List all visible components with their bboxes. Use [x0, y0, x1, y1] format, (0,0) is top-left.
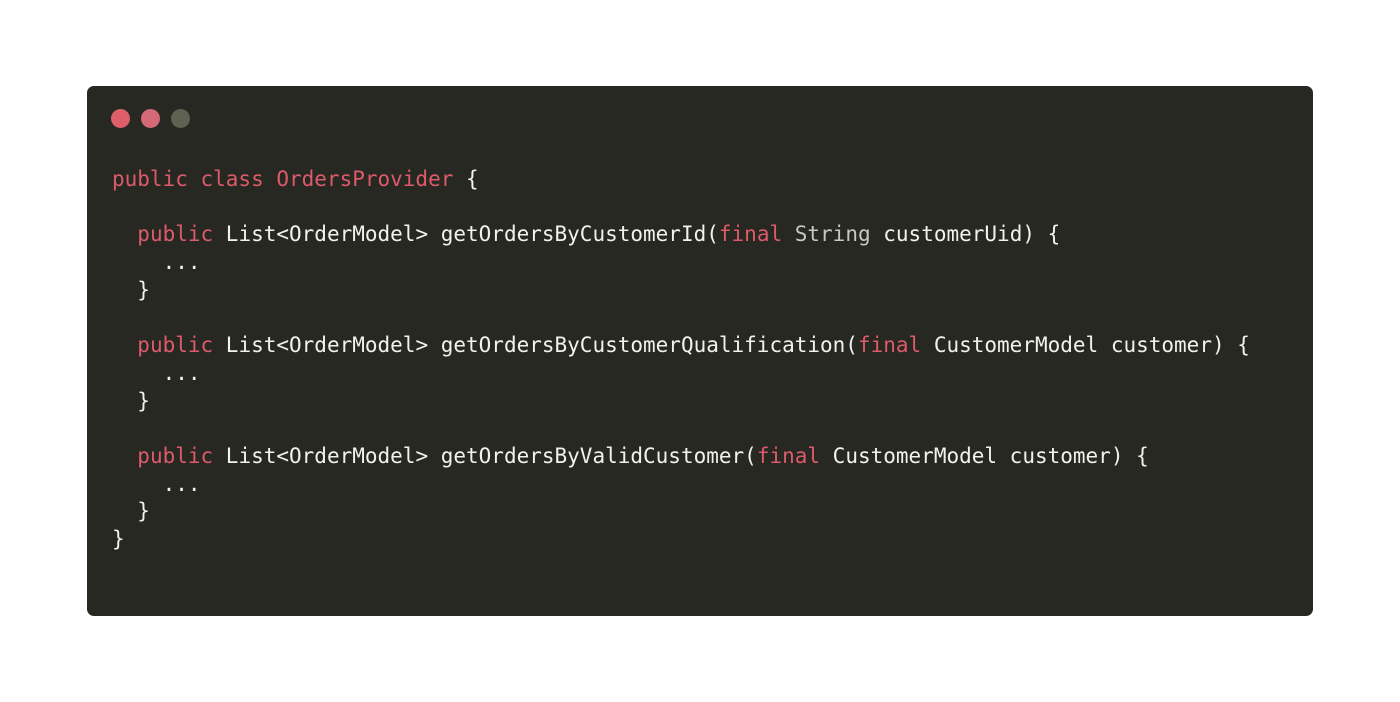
code-text: ...: [162, 360, 201, 385]
code-text: List<OrderModel> getOrdersByCustomerId(: [213, 222, 719, 247]
code-text: }: [137, 499, 150, 524]
code-keyword: public: [137, 333, 214, 358]
code-keyword: public: [137, 443, 214, 468]
code-keyword: final: [718, 222, 783, 247]
code-block: public class OrdersProvider {​ public Li…: [112, 166, 1250, 554]
maximize-dot-icon[interactable]: [171, 109, 190, 128]
code-text: {: [453, 167, 479, 191]
code-text: List<OrderModel> getOrdersByValidCustome…: [213, 443, 757, 468]
code-keyword: public class OrdersProvider: [112, 167, 454, 191]
code-keyword: final: [857, 333, 922, 358]
code-line: ​: [112, 304, 1250, 332]
code-line: }: [112, 277, 1250, 305]
code-window: public class OrdersProvider {​ public Li…: [87, 86, 1313, 616]
code-text: CustomerModel customer) {: [921, 333, 1250, 358]
code-line: public List<OrderModel> getOrdersByCusto…: [112, 332, 1250, 360]
code-text: }: [137, 388, 150, 413]
code-line: public List<OrderModel> getOrdersByCusto…: [112, 221, 1250, 249]
code-line: ​: [112, 194, 1250, 222]
code-type: String: [782, 222, 871, 247]
code-line: ...: [112, 249, 1250, 277]
code-line: public class OrdersProvider {: [112, 166, 1250, 194]
code-line: }: [112, 526, 1250, 554]
code-text: customerUid) {: [870, 222, 1061, 247]
window-controls: [111, 109, 190, 129]
close-dot-icon[interactable]: [111, 109, 130, 128]
code-line: }: [112, 498, 1250, 526]
code-keyword: public: [137, 222, 214, 247]
code-keyword: final: [756, 443, 821, 468]
code-text: CustomerModel customer) {: [820, 443, 1149, 468]
code-line: public List<OrderModel> getOrdersByValid…: [112, 443, 1250, 471]
code-text: ...: [162, 250, 201, 275]
code-line: ...: [112, 360, 1250, 388]
code-text: }: [112, 526, 125, 551]
code-text: ...: [162, 471, 201, 496]
code-line: }: [112, 388, 1250, 416]
code-line: ...: [112, 471, 1250, 499]
code-text: List<OrderModel> getOrdersByCustomerQual…: [213, 333, 858, 358]
code-text: }: [137, 277, 150, 302]
code-line: ​: [112, 415, 1250, 443]
minimize-dot-icon[interactable]: [141, 109, 160, 128]
